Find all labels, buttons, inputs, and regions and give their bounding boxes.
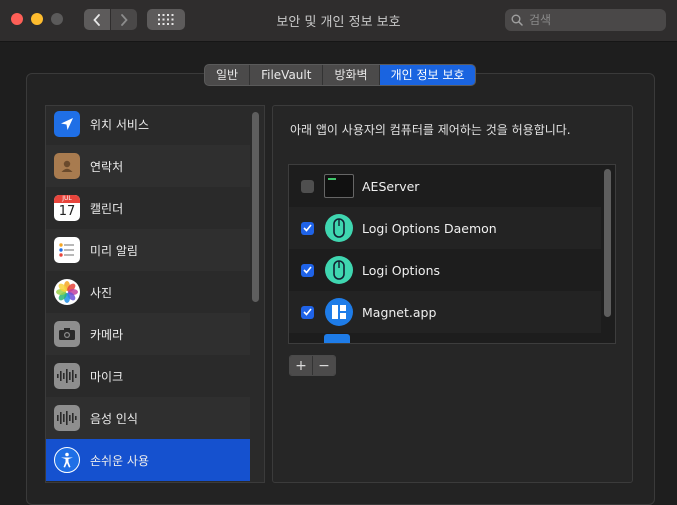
tab-privacy[interactable]: 개인 정보 보호 xyxy=(379,65,476,85)
app-checkbox[interactable] xyxy=(301,305,314,319)
tab-general[interactable]: 일반 xyxy=(205,65,251,85)
terminal-app-icon xyxy=(324,171,354,201)
app-row-logi-options-daemon[interactable]: Logi Options Daemon xyxy=(289,207,601,249)
sidebar-scrollbar[interactable] xyxy=(252,112,259,302)
sidebar-item-accessibility[interactable]: 손쉬운 사용 xyxy=(46,439,250,481)
app-name: AEServer xyxy=(362,178,420,194)
add-remove-control: + − xyxy=(289,355,336,376)
app-name: Magnet.app xyxy=(362,304,437,320)
sidebar-item-label: 사진 xyxy=(90,285,113,300)
speech-waveform-icon xyxy=(54,405,80,431)
app-list-scrollbar[interactable] xyxy=(604,169,611,317)
sidebar-item-label: 카메라 xyxy=(90,327,124,342)
forward-button[interactable] xyxy=(111,9,137,30)
sidebar-item-label: 위치 서비스 xyxy=(90,117,150,132)
search-icon xyxy=(511,14,523,26)
app-checkbox[interactable] xyxy=(301,221,314,235)
calendar-icon: JUL 17 xyxy=(54,195,80,221)
sidebar-item-microphone[interactable]: 마이크 xyxy=(46,355,250,397)
grid-icon xyxy=(158,14,174,25)
remove-app-button[interactable]: − xyxy=(312,356,335,375)
logi-mouse-icon xyxy=(324,255,354,285)
app-row-partial[interactable] xyxy=(289,333,601,343)
search-field[interactable] xyxy=(505,9,666,31)
close-window-button[interactable] xyxy=(11,13,23,25)
minimize-window-button[interactable] xyxy=(31,13,43,25)
app-name: Logi Options Daemon xyxy=(362,220,497,236)
magnet-app-icon xyxy=(324,297,354,327)
tab-filevault[interactable]: FileVault xyxy=(250,65,324,85)
logi-mouse-icon xyxy=(324,213,354,243)
reminders-list-icon xyxy=(54,237,80,263)
location-arrow-icon xyxy=(54,111,80,137)
app-row-aeserver[interactable]: AEServer xyxy=(289,165,601,207)
sidebar-item-photos[interactable]: 사진 xyxy=(46,271,250,313)
app-name: Logi Options xyxy=(362,262,441,278)
zoom-window-button[interactable] xyxy=(51,13,63,25)
camera-icon xyxy=(54,321,80,347)
tab-bar: 일반 FileVault 방화벽 개인 정보 보호 xyxy=(204,64,477,86)
checkmark-icon xyxy=(303,308,312,316)
contacts-book-icon xyxy=(54,153,80,179)
sidebar-item-contacts[interactable]: 연락처 xyxy=(46,145,250,187)
sidebar-item-label: 손쉬운 사용 xyxy=(90,453,150,468)
app-row-magnet[interactable]: Magnet.app xyxy=(289,291,601,333)
sidebar-item-reminders[interactable]: 미리 알림 xyxy=(46,229,250,271)
permission-description: 아래 앱이 사용자의 컴퓨터를 제어하는 것을 허용합니다. xyxy=(290,123,571,137)
app-checkbox[interactable] xyxy=(301,179,314,193)
app-row-logi-options[interactable]: Logi Options xyxy=(289,249,601,291)
sidebar-item-label: 마이크 xyxy=(90,369,124,384)
sidebar-item-label: 캘린더 xyxy=(90,201,124,216)
sidebar-item-camera[interactable]: 카메라 xyxy=(46,313,250,355)
sidebar-item-label: 연락처 xyxy=(90,159,124,174)
sidebar-item-label: 미리 알림 xyxy=(90,243,138,258)
sidebar-item-location-services[interactable]: 위치 서비스 xyxy=(46,106,250,145)
sidebar-item-calendar[interactable]: JUL 17 캘린더 xyxy=(46,187,250,229)
microphone-waveform-icon xyxy=(54,363,80,389)
accessibility-icon xyxy=(54,447,80,473)
checkmark-icon xyxy=(303,266,312,274)
privacy-category-list[interactable]: 위치 서비스 연락처 JUL 17 캘린더 미리 알림 사진 카메라 마이크 음… xyxy=(45,105,265,483)
app-icon-partial xyxy=(324,334,350,343)
add-app-button[interactable]: + xyxy=(290,356,312,375)
photos-flower-icon xyxy=(54,279,80,305)
app-checkbox[interactable] xyxy=(301,263,314,277)
search-input[interactable] xyxy=(527,12,651,28)
tab-firewall[interactable]: 방화벽 xyxy=(323,65,380,85)
chevron-left-icon xyxy=(93,13,100,26)
show-all-button[interactable] xyxy=(147,9,185,30)
title-bar: 보안 및 개인 정보 보호 xyxy=(0,0,677,42)
checkmark-icon xyxy=(303,224,312,232)
app-list[interactable]: AEServer Logi Options Daemon Logi Option… xyxy=(288,164,616,344)
sidebar-item-label: 음성 인식 xyxy=(90,411,138,426)
sidebar-item-speech-recognition[interactable]: 음성 인식 xyxy=(46,397,250,439)
back-button[interactable] xyxy=(84,9,110,30)
chevron-right-icon xyxy=(121,13,128,26)
